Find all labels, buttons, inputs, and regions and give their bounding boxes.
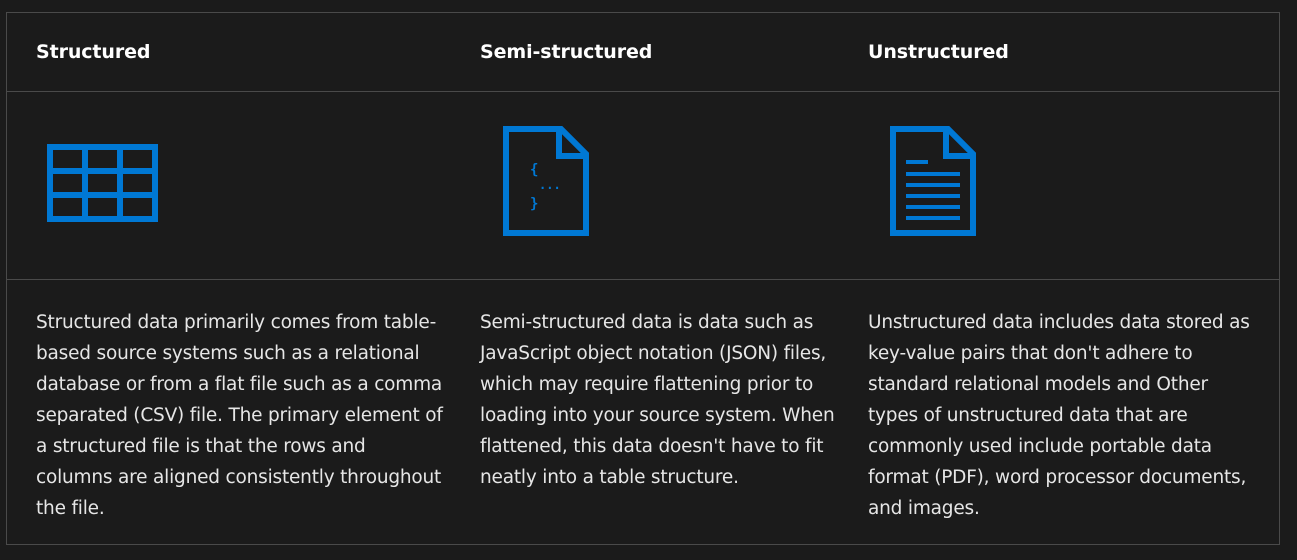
header-cell-structured: Structured xyxy=(36,13,456,91)
description-cell-unstructured: Unstructured data includes data stored a… xyxy=(868,280,1268,545)
column-description: Structured data primarily comes from tab… xyxy=(36,312,443,519)
column-description: Unstructured data includes data stored a… xyxy=(868,312,1250,519)
json-ellipsis: ... xyxy=(539,178,561,192)
icon-row: { ... } xyxy=(7,92,1279,280)
column-heading: Unstructured xyxy=(868,41,1009,63)
data-types-table: Structured Semi-structured Unstructured xyxy=(6,12,1280,545)
icon-cell-structured xyxy=(36,92,456,279)
json-brace-close: } xyxy=(530,196,538,212)
description-cell-semi-structured: Semi-structured data is data such as Jav… xyxy=(480,280,840,545)
json-document-icon: { ... } xyxy=(503,126,589,236)
header-cell-semi-structured: Semi-structured xyxy=(480,13,840,91)
table-grid-icon xyxy=(47,144,158,222)
header-cell-unstructured: Unstructured xyxy=(868,13,1268,91)
header-row: Structured Semi-structured Unstructured xyxy=(7,13,1279,92)
column-description: Semi-structured data is data such as Jav… xyxy=(480,312,835,488)
column-heading: Semi-structured xyxy=(480,41,653,63)
column-heading: Structured xyxy=(36,41,151,63)
text-document-icon xyxy=(890,126,976,236)
icon-cell-semi-structured: { ... } xyxy=(480,92,840,279)
description-cell-structured: Structured data primarily comes from tab… xyxy=(36,280,456,545)
json-brace-open: { xyxy=(530,162,538,178)
icon-cell-unstructured xyxy=(868,92,1268,279)
description-row: Structured data primarily comes from tab… xyxy=(7,280,1279,545)
